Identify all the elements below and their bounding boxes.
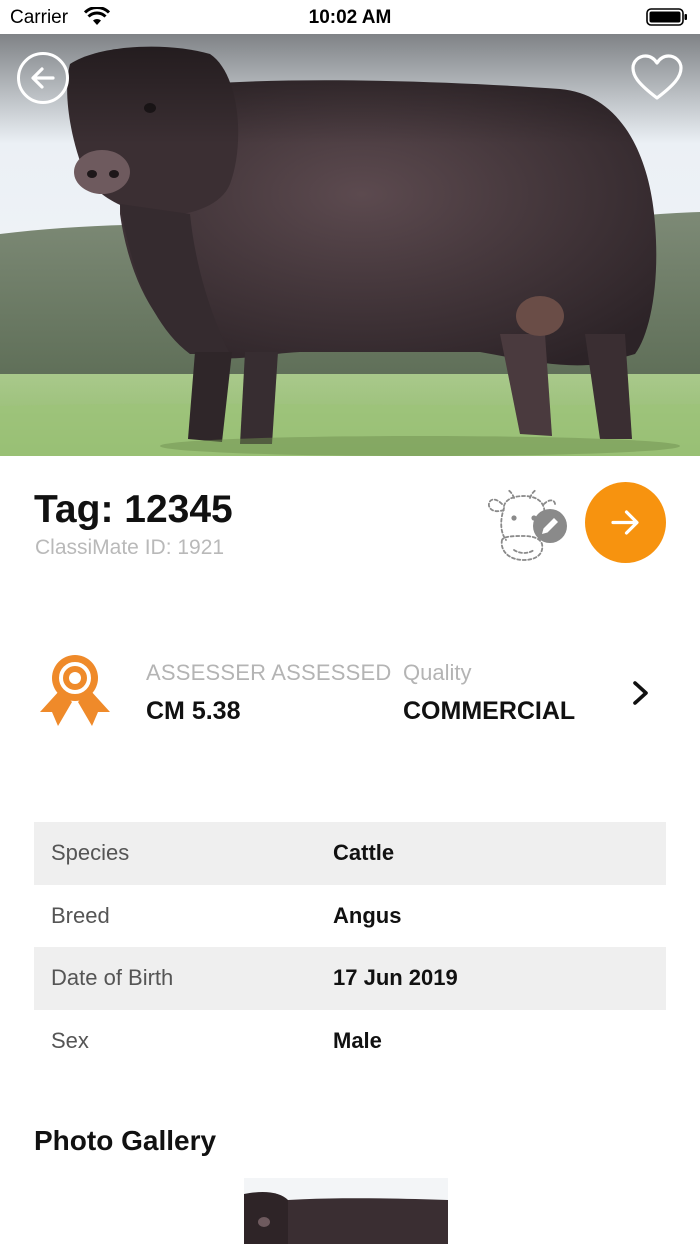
quality-label: Quality (403, 660, 472, 685)
detail-key: Species (51, 840, 130, 866)
status-bar: Carrier 10:02 AM (0, 0, 700, 34)
arrow-left-icon (31, 67, 55, 89)
detail-key: Date of Birth (51, 965, 174, 991)
bull-thumbnail-image (244, 1178, 448, 1244)
detail-value: Angus (333, 902, 402, 928)
assessment-value: CM 5.38 (146, 697, 241, 725)
detail-key: Sex (51, 1027, 89, 1053)
hero-image (0, 34, 700, 456)
detail-value: Male (333, 1027, 382, 1053)
hero-top-shade (0, 34, 700, 144)
classimate-id: ClassiMate ID: 1921 (35, 536, 225, 559)
detail-key: Breed (51, 902, 110, 928)
next-button[interactable] (585, 482, 666, 563)
detail-value: Cattle (333, 840, 395, 866)
table-row: Breed Angus (34, 885, 666, 948)
battery-icon (646, 8, 687, 26)
assessment-label: ASSESSER ASSESSED (146, 660, 392, 685)
quality-value: COMMERCIAL (403, 697, 576, 725)
gallery-thumbnail[interactable] (244, 1178, 448, 1244)
details-table: Species Cattle Breed Angus Date of Birth… (34, 822, 666, 1072)
table-row: Species Cattle (34, 822, 666, 885)
tag-title: Tag: 12345 (34, 488, 233, 531)
cow-pencil-icon[interactable] (484, 488, 572, 564)
arrow-right-icon (611, 510, 639, 535)
table-row: Sex Male (34, 1010, 666, 1073)
table-row: Date of Birth 17 Jun 2019 (34, 947, 666, 1010)
gallery-title: Photo Gallery (34, 1125, 217, 1156)
chevron-right-icon[interactable] (628, 678, 654, 708)
detail-value: 17 Jun 2019 (333, 965, 458, 991)
status-time: 10:02 AM (308, 7, 392, 28)
award-ribbon-icon (40, 655, 110, 726)
heart-outline-icon[interactable] (630, 54, 684, 102)
back-button[interactable] (17, 52, 69, 104)
